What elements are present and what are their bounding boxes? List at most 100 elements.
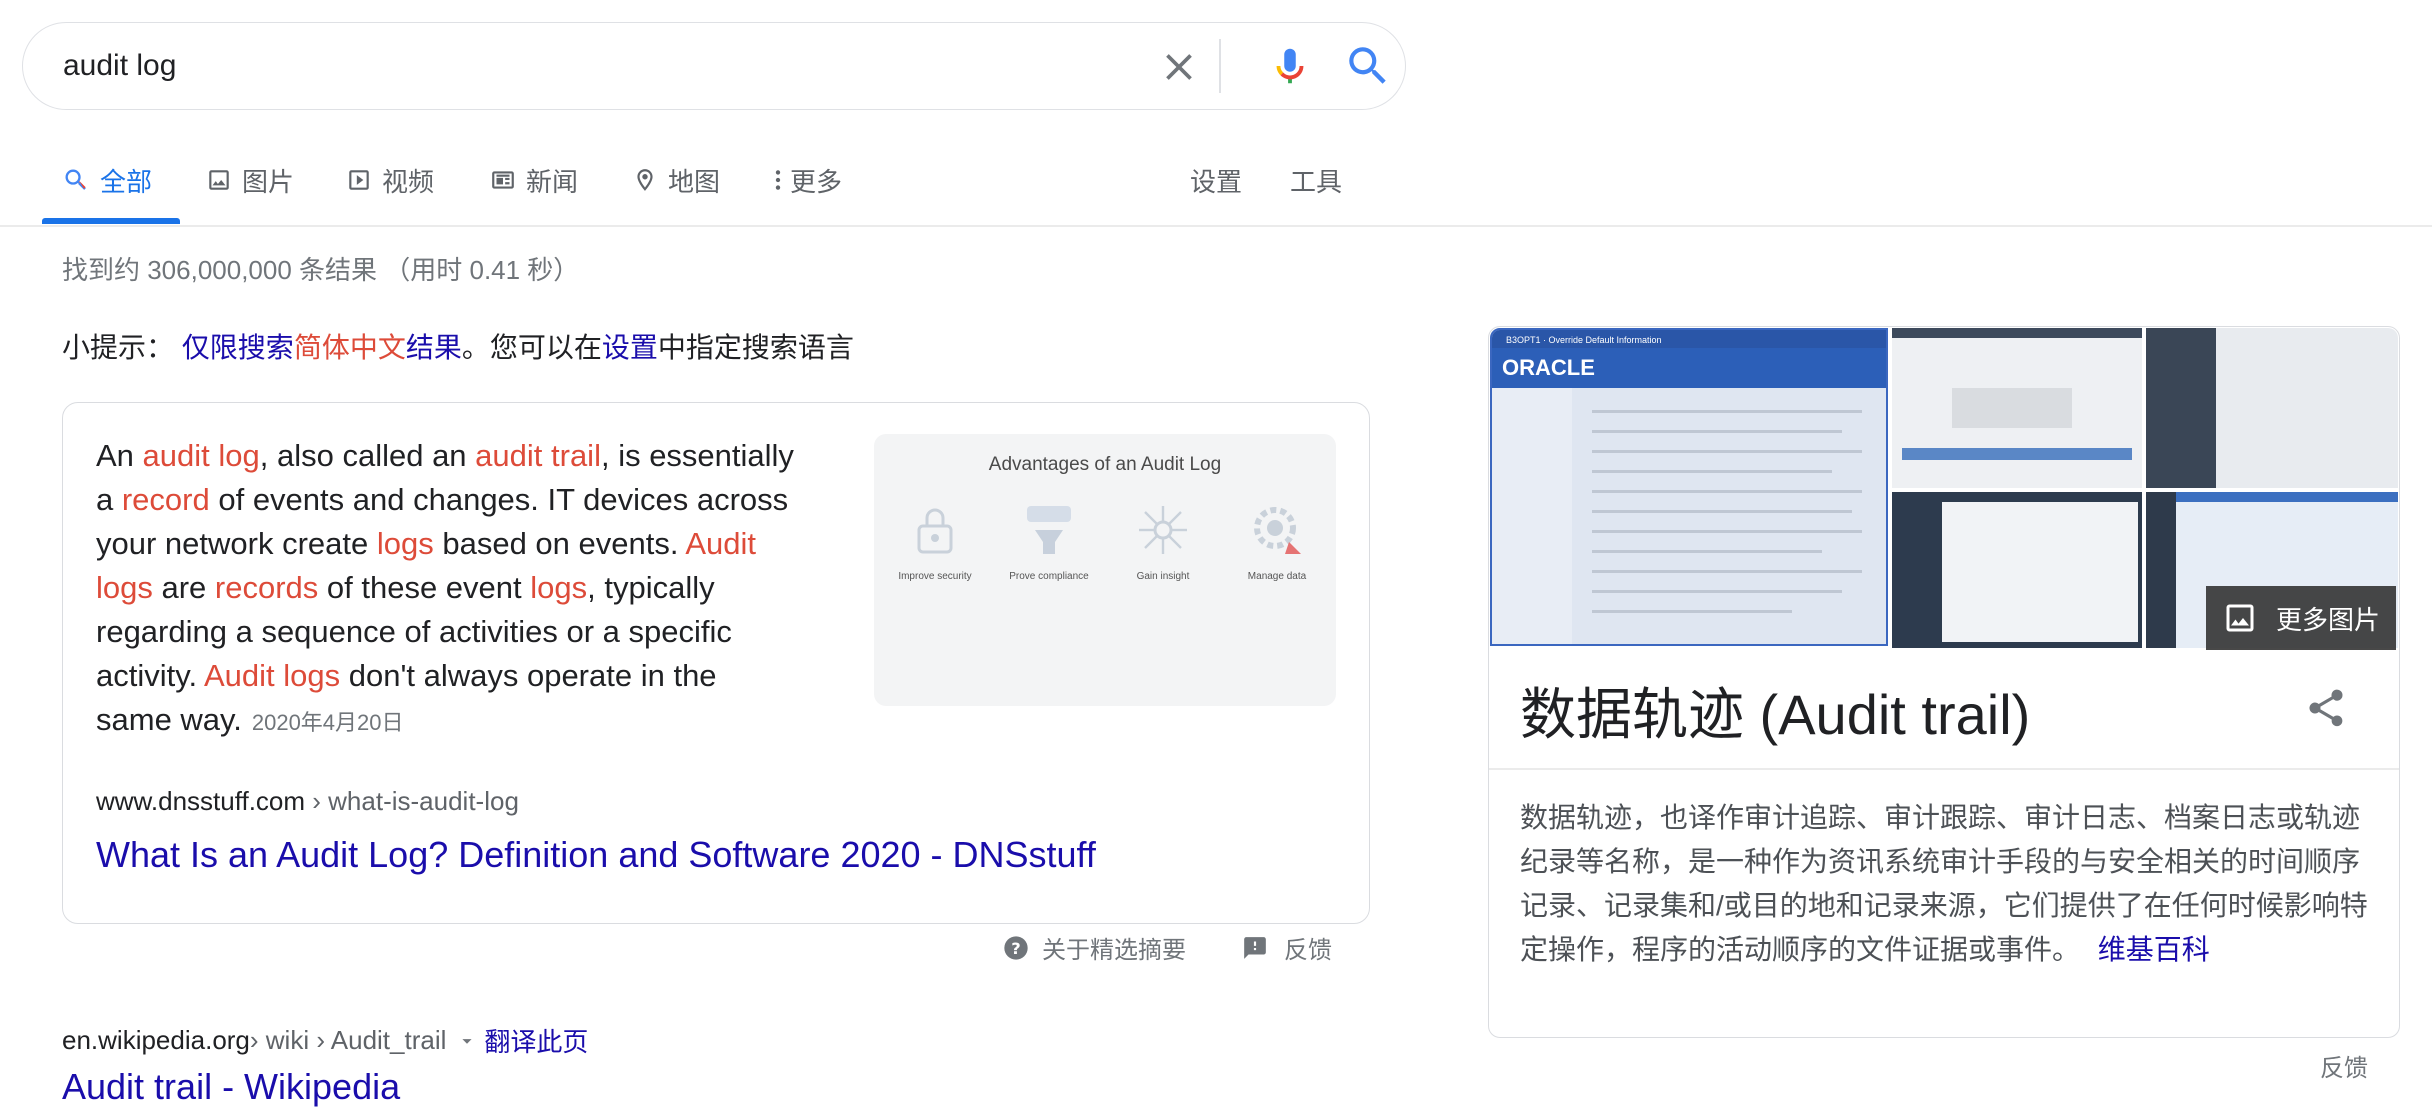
image-line [1592, 430, 1842, 433]
knowledge-panel-image[interactable]: B3OPT1 · Override Default Information OR… [1490, 328, 1888, 646]
snippet-date: 2020年4月20日 [251, 710, 404, 735]
microphone-icon[interactable] [1267, 41, 1313, 91]
tab-more-label: 更多 [790, 166, 843, 197]
snippet-highlight: record [121, 482, 210, 517]
snippet-feedback[interactable]: 反馈 [1242, 930, 1332, 965]
news-icon [492, 171, 514, 189]
image-topbar [2176, 492, 2398, 502]
oracle-banner: ORACLE [1492, 348, 1886, 388]
image-window-title: B3OPT1 · Override Default Information [1506, 335, 1662, 345]
image-topbar [1892, 328, 2142, 338]
window-titlebar: B3OPT1 · Override Default Information [1492, 330, 1886, 348]
knowledge-panel-image[interactable] [1892, 328, 2142, 488]
image-table [1942, 502, 2138, 642]
share-icon[interactable] [2304, 686, 2348, 735]
clear-icon[interactable] [1157, 45, 1201, 89]
wikipedia-source-link[interactable]: 维基百科 [2098, 934, 2210, 965]
snippet-image[interactable]: Advantages of an Audit Log Improve secur… [874, 434, 1336, 706]
feedback-label: 反馈 [1284, 937, 1332, 964]
knowledge-panel-image[interactable] [2146, 328, 2398, 488]
advantage-item: Manage data [1220, 502, 1334, 582]
tip-link2-text: 结果 [405, 332, 462, 363]
result-title-link[interactable]: Audit trail - Wikipedia [62, 1066, 400, 1108]
image-sidebar [2146, 328, 2216, 488]
image-line [1592, 550, 1822, 553]
snippet-image-title: Advantages of an Audit Log [988, 454, 1222, 475]
snippet-highlight: audit log [142, 438, 260, 473]
compliance-icon [1027, 506, 1071, 554]
citation-path: › wiki › Audit_trail [249, 1025, 447, 1055]
citation-domain: www.dnsstuff.com [96, 786, 306, 816]
snippet-highlight: logs [376, 526, 434, 561]
knowledge-panel-image[interactable] [1892, 492, 2142, 648]
search-icon [65, 169, 86, 190]
search-input[interactable]: audit log [63, 45, 176, 87]
about-snippet-label: 关于精选摘要 [1042, 937, 1186, 964]
search-icon[interactable] [1343, 41, 1393, 91]
description-text: 数据轨迹，也译作审计追踪、审计跟踪、审计日志、档案日志或轨迹纪录等名称，是一种作… [1520, 802, 2368, 965]
tip-middle: 。您可以在 [461, 332, 602, 363]
image-sidebar [1492, 388, 1572, 644]
image-icon [209, 170, 229, 190]
image-line [1592, 410, 1862, 413]
tab-more[interactable]: 更多 [772, 160, 842, 200]
image-sidebar [2146, 492, 2176, 648]
image-line [1592, 570, 1862, 573]
tab-maps-label: 地图 [668, 166, 721, 197]
snippet-text-part: based on events. [433, 526, 686, 561]
knowledge-panel-feedback[interactable]: 反馈 [2320, 1048, 2368, 1083]
feedback-icon [1244, 936, 1266, 959]
snippet-result-title-link[interactable]: What Is an Audit Log? Definition and Sof… [96, 834, 1096, 876]
image-line [1592, 490, 1862, 493]
map-pin-icon [637, 169, 653, 191]
more-images-button[interactable]: 更多图片 [2206, 586, 2396, 650]
tip-search-only-link[interactable]: 仅限搜索简体中文结果 [182, 332, 462, 363]
result-stats: 找到约 306,000,000 条结果 （用时 0.41 秒） [62, 255, 580, 285]
knowledge-panel-description: 数据轨迹，也译作审计追踪、审计跟踪、审计日志、档案日志或轨迹纪录等名称，是一种作… [1520, 796, 2372, 972]
tab-videos[interactable]: 视频 [346, 160, 434, 200]
about-featured-snippets[interactable]: ? 关于精选摘要 [1002, 930, 1186, 965]
tabs-divider [0, 225, 2432, 227]
tip-settings-link[interactable]: 设置 [602, 332, 658, 363]
settings-link[interactable]: 设置 [1190, 160, 1242, 200]
image-line [1592, 470, 1832, 473]
snippet-highlight: Audit logs [203, 658, 341, 693]
search-box[interactable]: audit log [22, 22, 1406, 110]
snippet-text-part: are [152, 570, 215, 605]
tab-news-label: 新闻 [526, 166, 579, 197]
tip-language-text: 简体中文 [293, 332, 406, 363]
tab-images[interactable]: 图片 [206, 160, 294, 200]
gear-icon [1254, 507, 1301, 554]
tab-all[interactable]: 全部 [62, 160, 152, 200]
lock-icon [917, 508, 953, 554]
image-block [1902, 448, 2132, 460]
snippet-highlight: logs [530, 570, 588, 605]
citation-path: › what-is-audit-log [305, 786, 519, 816]
snippet-highlight: audit trail [475, 438, 601, 473]
image-line [1592, 590, 1842, 593]
advantage-item: Gain insight [1106, 502, 1220, 582]
snippet-text-part: of these event [318, 570, 531, 605]
image-block [1952, 388, 2072, 428]
snippet-text-part: An [96, 438, 143, 473]
tab-news[interactable]: 新闻 [490, 160, 578, 200]
translate-page-link[interactable]: 翻译此页 [484, 1022, 588, 1059]
tab-maps[interactable]: 地图 [632, 160, 720, 200]
advantage-caption: Improve security [898, 571, 972, 582]
video-icon [349, 170, 369, 190]
svg-text:?: ? [1011, 938, 1020, 957]
snippet-highlight: records [214, 570, 319, 605]
help-icon: ? [1004, 935, 1028, 960]
knowledge-panel-divider [1489, 768, 2399, 770]
knowledge-panel-title: 数据轨迹 (Audit trail) [1520, 683, 2031, 746]
advantage-item: Prove compliance [992, 502, 1106, 582]
tip-suffix: 中指定搜索语言 [657, 332, 854, 363]
more-vert-icon [775, 170, 781, 190]
language-tip: 小提示： 仅限搜索简体中文结果。您可以在设置中指定搜索语言 [62, 330, 854, 366]
tab-all-label: 全部 [100, 166, 153, 197]
advantage-caption: Prove compliance [1009, 571, 1089, 582]
caret-down-icon[interactable] [456, 1030, 478, 1052]
tab-videos-label: 视频 [382, 166, 435, 197]
tools-link[interactable]: 工具 [1290, 160, 1342, 200]
image-line [1592, 530, 1862, 533]
